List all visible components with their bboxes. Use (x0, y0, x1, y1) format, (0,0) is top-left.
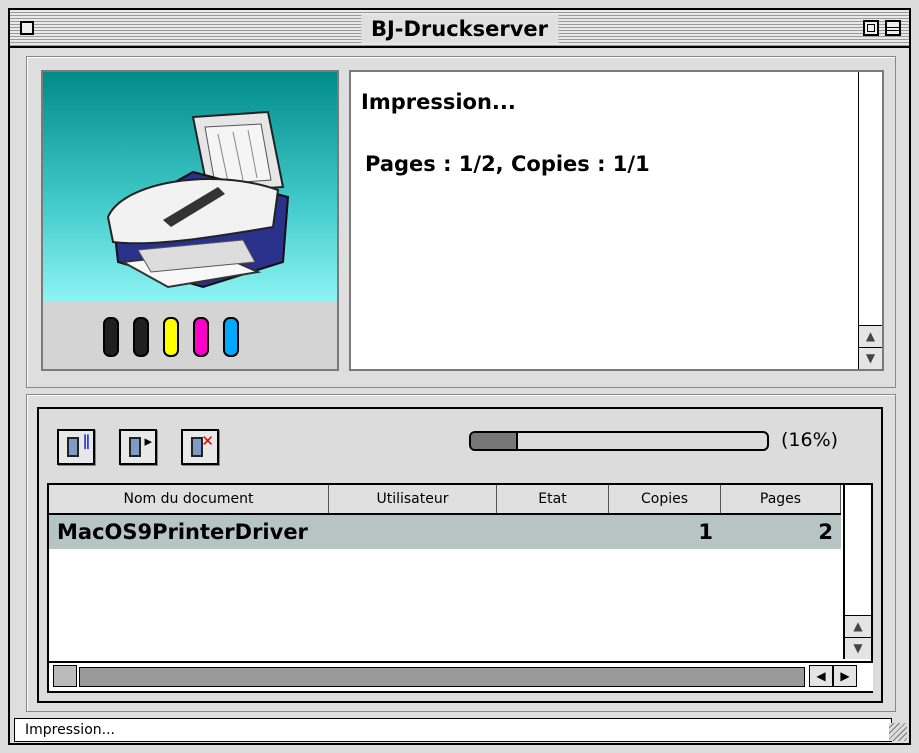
status-message: Impression... (361, 90, 516, 114)
scroll-right-icon[interactable]: ▶ (833, 665, 857, 687)
scroll-left-icon[interactable]: ◀ (809, 665, 833, 687)
printer-image (43, 72, 337, 302)
column-header-pages[interactable]: Pages (721, 485, 841, 513)
ink-tank-magenta (193, 317, 209, 357)
title-bar[interactable]: BJ-Druckserver (10, 10, 909, 48)
table-row[interactable]: MacOS9PrinterDriver 1 2 (49, 515, 841, 549)
scroll-track[interactable] (79, 667, 805, 687)
ink-tank-black-2 (133, 317, 149, 357)
printer-status-group: Impression... Pages : 1/2, Copies : 1/1 … (26, 56, 896, 388)
table-horizontal-scrollbar[interactable]: ◀ ▶ (49, 661, 873, 691)
pause-icon: ∥ (82, 432, 91, 450)
status-bar-text: Impression... (25, 722, 115, 738)
cell-document: MacOS9PrinterDriver (57, 520, 308, 544)
collapse-box-icon[interactable] (885, 20, 901, 36)
ink-tank-black-1 (103, 317, 119, 357)
column-header-state[interactable]: Etat (497, 485, 609, 513)
status-message-panel: Impression... Pages : 1/2, Copies : 1/1 … (349, 70, 884, 371)
status-bar: Impression... (14, 718, 892, 742)
cell-user (329, 515, 497, 549)
cell-state (497, 515, 609, 549)
status-scrollbar[interactable]: ▲ ▼ (858, 72, 882, 369)
delete-job-button[interactable]: ✕ (181, 429, 219, 465)
close-box-icon[interactable] (20, 21, 34, 35)
zoom-box-icon[interactable] (863, 20, 879, 36)
table-header: Nom du document Utilisateur Etat Copies … (49, 485, 841, 515)
progress-bar (469, 431, 769, 451)
ink-tank-yellow (163, 317, 179, 357)
print-server-window: BJ-Druckserver Impression... Pages: 1/2… (8, 8, 911, 745)
table-scroll-up-icon[interactable]: ▲ (845, 615, 871, 637)
column-header-document[interactable]: Nom du document (49, 485, 329, 513)
printer-icon (106, 110, 290, 289)
ink-tanks (103, 317, 253, 357)
scroll-up-icon[interactable]: ▲ (859, 325, 882, 347)
cell-copies: 1 (698, 520, 713, 544)
play-icon: ▸ (144, 432, 152, 450)
progress-fill (471, 433, 519, 449)
printer-panel (41, 70, 339, 371)
progress-percent: (16%) (781, 429, 839, 451)
ink-tank-cyan (223, 317, 239, 357)
column-header-user[interactable]: Utilisateur (329, 485, 497, 513)
queue-panel: ∥ ▸ ✕ (16%) Nom du document Utilisateur … (37, 407, 883, 703)
resize-grip-icon[interactable] (889, 723, 907, 741)
column-header-copies[interactable]: Copies (609, 485, 721, 513)
job-table: Nom du document Utilisateur Etat Copies … (47, 483, 873, 693)
cell-pages: 2 (818, 520, 833, 544)
pages-copies-text: Pages : 1/2, Copies : 1/1 (365, 152, 650, 176)
resume-job-button[interactable]: ▸ (119, 429, 157, 465)
queue-group: ∥ ▸ ✕ (16%) Nom du document Utilisateur … (26, 394, 896, 712)
scroll-down-icon[interactable]: ▼ (859, 347, 882, 369)
hold-job-button[interactable]: ∥ (57, 429, 95, 465)
table-scroll-down-icon[interactable]: ▼ (845, 637, 871, 659)
table-vertical-scrollbar[interactable]: ▲ ▼ (843, 485, 871, 659)
window-title: BJ-Druckserver (360, 15, 559, 43)
scroll-thumb[interactable] (53, 665, 77, 687)
delete-icon: ✕ (201, 432, 214, 450)
